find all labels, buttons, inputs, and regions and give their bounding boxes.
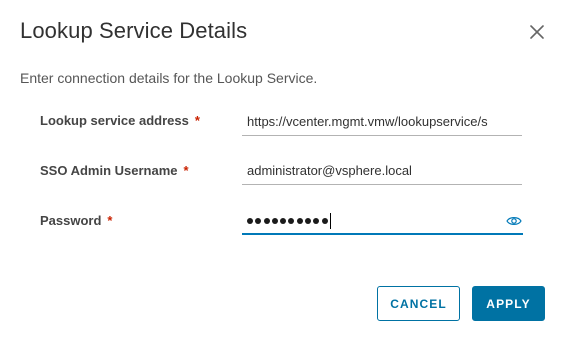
apply-button[interactable]: APPLY — [472, 286, 545, 321]
lookup-address-label-text: Lookup service address — [40, 113, 189, 128]
password-dot — [255, 218, 262, 224]
password-dot — [247, 218, 253, 224]
cancel-button[interactable]: CANCEL — [377, 286, 460, 321]
required-marker: * — [194, 113, 200, 128]
required-marker: * — [107, 213, 113, 228]
password-dot — [271, 218, 278, 224]
lookup-service-dialog: Lookup Service Details Enter connection … — [0, 0, 567, 343]
lookup-address-input[interactable]: https://vcenter.mgmt.vmw/lookupservice/s — [242, 114, 522, 136]
required-marker: * — [183, 163, 189, 178]
sso-username-label-text: SSO Admin Username — [40, 163, 178, 178]
eye-icon[interactable] — [506, 215, 522, 227]
sso-username-input[interactable]: administrator@vsphere.local — [242, 163, 522, 185]
text-caret — [329, 213, 331, 229]
password-dot — [313, 218, 320, 224]
password-masked-value — [247, 213, 331, 229]
lookup-address-label: Lookup service address * — [40, 113, 200, 128]
dialog-title: Lookup Service Details — [20, 18, 248, 43]
password-input[interactable] — [242, 210, 523, 235]
password-dot — [321, 218, 328, 224]
close-button[interactable] — [526, 21, 548, 43]
password-dot — [263, 218, 270, 224]
close-icon — [530, 25, 544, 39]
password-label: Password * — [40, 213, 112, 228]
password-dot — [280, 218, 287, 224]
password-dot — [296, 218, 303, 224]
password-label-text: Password — [40, 213, 102, 228]
dialog-subtitle: Enter connection details for the Lookup … — [20, 70, 318, 86]
sso-username-label: SSO Admin Username * — [40, 163, 189, 178]
password-dot — [288, 218, 295, 224]
password-dot — [305, 218, 312, 224]
